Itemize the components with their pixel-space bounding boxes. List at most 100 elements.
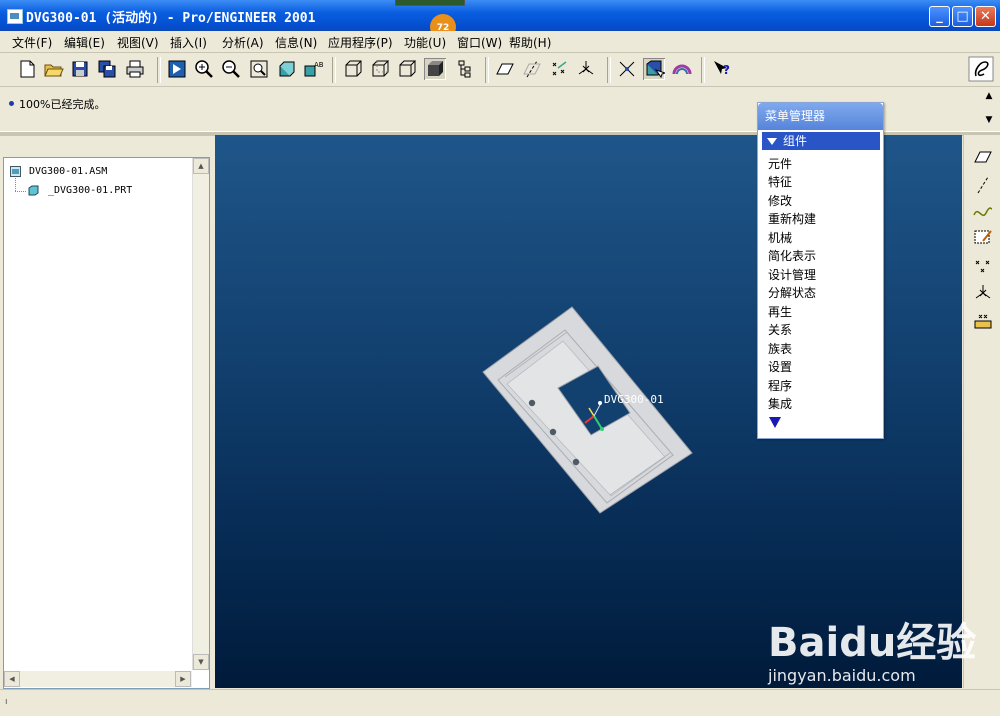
toolbar-separator — [332, 57, 336, 83]
datum-points-icon[interactable] — [548, 58, 570, 80]
assembly-icon — [10, 166, 21, 177]
scroll-right-icon[interactable]: ▶ — [175, 671, 191, 687]
menu-item-explode-state[interactable]: 分解状态 — [768, 284, 816, 301]
menu-item-family-table[interactable]: 族表 — [768, 340, 792, 357]
saved-views-icon[interactable]: AB — [302, 58, 324, 80]
save-icon[interactable] — [69, 58, 91, 80]
main-toolbar: AB ? — [0, 53, 1000, 87]
zoom-in-icon[interactable] — [193, 58, 215, 80]
message-scrollbar[interactable]: ▲ ▼ — [981, 87, 998, 131]
menu-manager: 菜单管理器 组件 元件 特征 修改 重新构建 机械 简化表示 设计管理 分解状态… — [757, 102, 884, 439]
toolbar-separator — [607, 57, 611, 83]
toolbar-separator — [157, 57, 161, 83]
tree-horizontal-scrollbar[interactable]: ◀ ▶ — [4, 671, 192, 687]
zoom-fit-icon[interactable] — [248, 58, 270, 80]
print-icon[interactable] — [124, 58, 146, 80]
spin-center-icon[interactable] — [616, 58, 638, 80]
close-button[interactable]: ✕ — [975, 6, 996, 27]
menu-manager-title[interactable]: 菜单管理器 — [758, 103, 883, 130]
datum-point-tool-icon[interactable] — [973, 257, 993, 277]
menu-item-rebuild[interactable]: 重新构建 — [768, 210, 816, 227]
menu-edit[interactable]: 编辑(E) — [64, 34, 105, 51]
message-text: 100%已经完成。 — [19, 98, 106, 111]
watermark-logo: Baidu经验 — [768, 620, 977, 666]
selection-filter-icon[interactable] — [643, 58, 667, 80]
pro-engineer-logo-icon — [968, 56, 994, 82]
datum-axes-icon[interactable] — [521, 58, 543, 80]
repaint-icon[interactable] — [166, 58, 188, 80]
sketch-tool-icon[interactable] — [973, 227, 993, 247]
menu-item-component[interactable]: 元件 — [768, 155, 792, 172]
datum-planes-icon[interactable] — [494, 58, 516, 80]
status-indicator-icon: ı — [5, 697, 8, 707]
menu-help[interactable]: 帮助(H) — [509, 34, 551, 51]
menu-section-assembly[interactable]: 组件 — [762, 132, 880, 150]
shading-icon[interactable] — [424, 58, 446, 80]
title-widget — [395, 0, 465, 6]
model-name-label: DVG300-01 — [604, 393, 664, 406]
model-hole — [572, 458, 580, 466]
menu-item-program[interactable]: 程序 — [768, 377, 792, 394]
menu-item-integrate[interactable]: 集成 — [768, 395, 792, 412]
new-icon[interactable] — [16, 58, 38, 80]
model-tree-panel: DVG300-01.ASM _DVG300-01.PRT — [3, 157, 210, 689]
menu-file[interactable]: 文件(F) — [12, 34, 52, 51]
scroll-up-icon[interactable]: ▲ — [981, 89, 997, 103]
toolbar-separator — [485, 57, 489, 83]
toolbar-separator — [701, 57, 705, 83]
tree-vertical-scrollbar[interactable]: ▲ ▼ — [192, 158, 209, 670]
minimize-button[interactable]: _ — [929, 6, 950, 27]
window-title: DVG300-01 (活动的) - Pro/ENGINEER 2001 — [26, 11, 316, 26]
menu-bar: 文件(F) 编辑(E) 视图(V) 插入(I) 分析(A) 信息(N) 应用程序… — [0, 31, 1000, 53]
menu-item-mechanism[interactable]: 机械 — [768, 229, 792, 246]
tree-item-assembly[interactable]: DVG300-01.ASM — [29, 166, 107, 177]
message-bullet-icon — [9, 101, 14, 106]
csys-point-icon — [600, 427, 604, 431]
menu-utilities[interactable]: 功能(U) — [404, 34, 446, 51]
menu-item-design-management[interactable]: 设计管理 — [768, 266, 816, 283]
datum-curve-tool-icon[interactable] — [973, 201, 993, 221]
right-toolbar — [963, 135, 1000, 688]
model-hole — [528, 399, 536, 407]
wireframe-icon[interactable] — [342, 58, 364, 80]
model-hole — [549, 428, 557, 436]
open-icon[interactable] — [42, 58, 64, 80]
menu-insert[interactable]: 插入(I) — [170, 34, 207, 51]
scroll-down-icon[interactable]: ▼ — [981, 113, 997, 127]
save-copy-icon[interactable] — [96, 58, 118, 80]
app-icon[interactable] — [7, 9, 23, 24]
datum-axis-tool-icon[interactable] — [973, 175, 993, 195]
menu-analysis[interactable]: 分析(A) — [222, 34, 264, 51]
tree-item-part[interactable]: _DVG300-01.PRT — [48, 185, 132, 196]
zoom-out-icon[interactable] — [220, 58, 242, 80]
menu-window[interactable]: 窗口(W) — [457, 34, 502, 51]
menu-item-modify[interactable]: 修改 — [768, 192, 792, 209]
context-help-icon[interactable]: ? — [711, 58, 733, 80]
menu-view[interactable]: 视图(V) — [117, 34, 159, 51]
menu-item-simplified-rep[interactable]: 简化表示 — [768, 247, 816, 264]
menu-applications[interactable]: 应用程序(P) — [328, 34, 393, 51]
scroll-down-icon[interactable]: ▼ — [193, 654, 209, 670]
scroll-up-icon[interactable]: ▲ — [193, 158, 209, 174]
coordinate-system-tool-icon[interactable] — [973, 283, 993, 303]
svg-text:AB: AB — [314, 61, 324, 69]
csys-origin-icon — [598, 401, 602, 405]
datum-plane-tool-icon[interactable] — [973, 147, 993, 167]
appearance-icon[interactable] — [671, 58, 693, 80]
triangle-down-icon — [767, 138, 777, 145]
no-hidden-icon[interactable] — [396, 58, 418, 80]
menu-item-feature[interactable]: 特征 — [768, 173, 792, 190]
analysis-feature-tool-icon[interactable] — [973, 311, 993, 331]
menu-item-relations[interactable]: 关系 — [768, 321, 792, 338]
scroll-left-icon[interactable]: ◀ — [4, 671, 20, 687]
part-icon — [28, 185, 39, 196]
orient-icon[interactable] — [275, 58, 297, 80]
coordinate-systems-icon[interactable] — [575, 58, 597, 80]
menu-item-regenerate[interactable]: 再生 — [768, 303, 792, 320]
more-items-icon[interactable] — [769, 417, 781, 428]
menu-item-setup[interactable]: 设置 — [768, 358, 792, 375]
menu-info[interactable]: 信息(N) — [275, 34, 317, 51]
maximize-button[interactable]: □ — [952, 6, 973, 27]
hidden-line-icon[interactable] — [369, 58, 391, 80]
model-tree-icon[interactable] — [454, 58, 476, 80]
